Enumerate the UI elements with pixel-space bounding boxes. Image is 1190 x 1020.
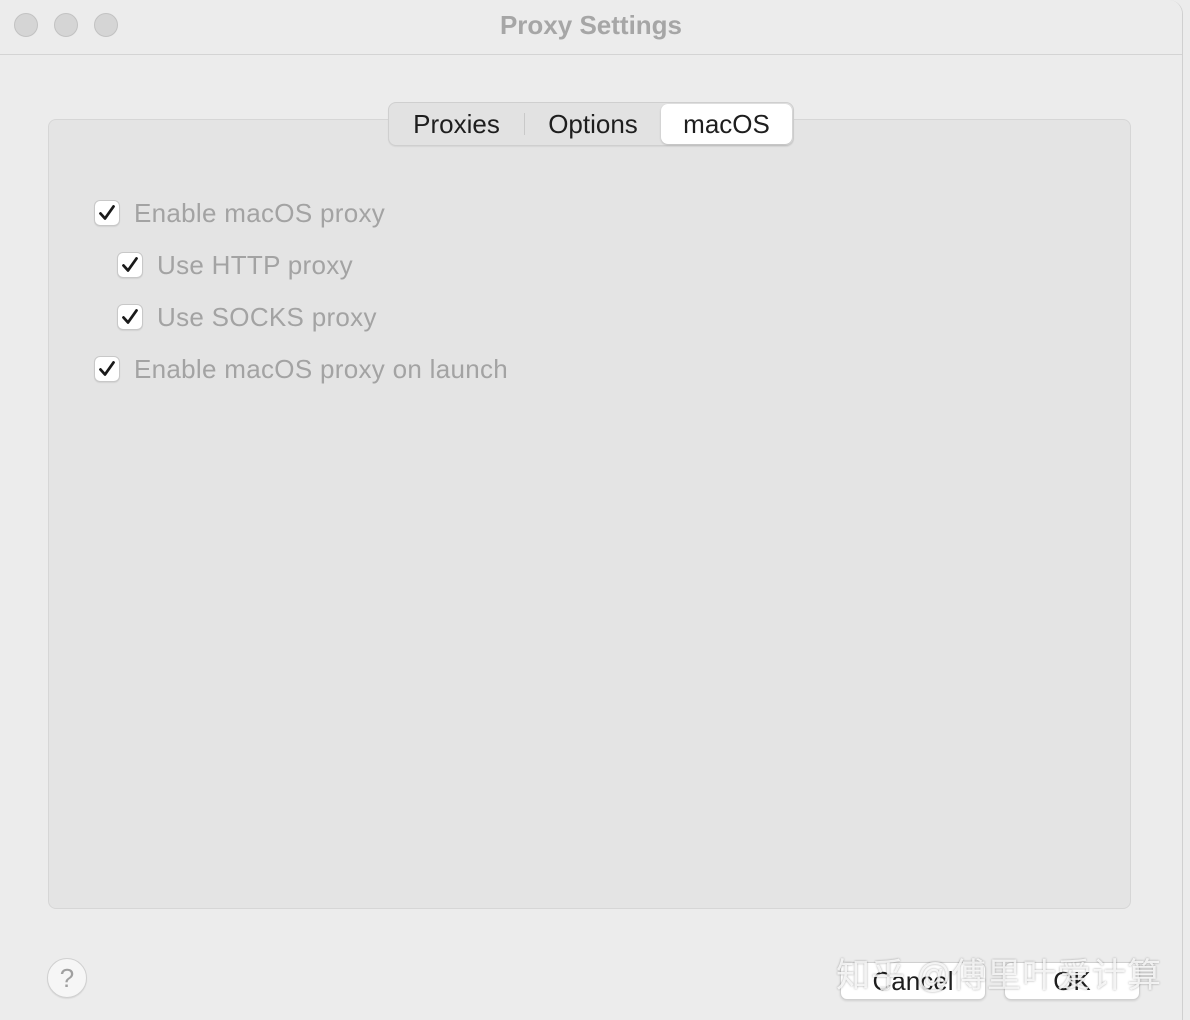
ok-button[interactable]: OK (1004, 962, 1140, 1000)
tab-bar: Proxies Options macOS (388, 102, 794, 146)
checkmark-icon (122, 309, 138, 324)
enable-macos-proxy-option[interactable]: Enable macOS proxy (94, 197, 385, 229)
enable-macos-proxy-checkbox[interactable] (94, 200, 120, 226)
tab-content-panel (48, 119, 1131, 909)
use-socks-proxy-label: Use SOCKS proxy (157, 301, 377, 332)
use-http-proxy-label: Use HTTP proxy (157, 249, 353, 280)
help-button[interactable]: ? (47, 958, 87, 998)
checkmark-icon (99, 361, 115, 376)
enable-proxy-on-launch-checkbox[interactable] (94, 356, 120, 382)
checkmark-icon (122, 257, 138, 272)
use-socks-proxy-checkbox[interactable] (117, 304, 143, 330)
use-http-proxy-checkbox[interactable] (117, 252, 143, 278)
enable-proxy-on-launch-option[interactable]: Enable macOS proxy on launch (94, 353, 508, 385)
title-bar: Proxy Settings (0, 0, 1182, 55)
cancel-button[interactable]: Cancel (840, 962, 986, 1000)
tab-macos[interactable]: macOS (661, 104, 792, 144)
enable-macos-proxy-label: Enable macOS proxy (134, 197, 386, 228)
window-title: Proxy Settings (499, 10, 683, 40)
proxy-settings-window: Proxy Settings Proxies Options macOS Ena… (0, 0, 1183, 1020)
tab-proxies[interactable]: Proxies (389, 104, 524, 144)
use-http-proxy-option[interactable]: Use HTTP proxy (117, 249, 353, 281)
use-socks-proxy-option[interactable]: Use SOCKS proxy (117, 301, 377, 333)
checkmark-icon (99, 205, 115, 220)
enable-proxy-on-launch-label: Enable macOS proxy on launch (134, 353, 509, 384)
tab-options[interactable]: Options (525, 104, 661, 144)
